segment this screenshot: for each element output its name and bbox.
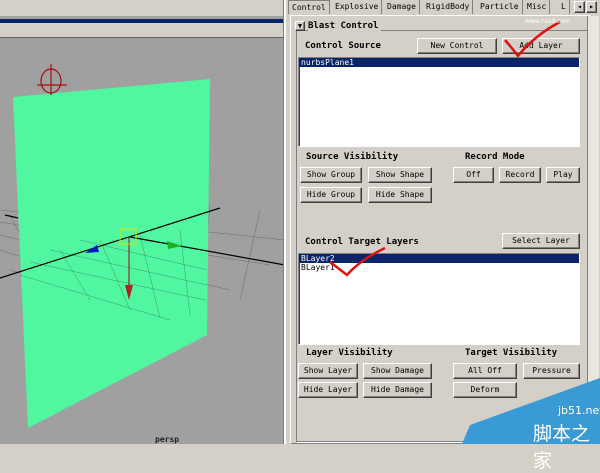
watermark-hxsd: www.hxsd.com xyxy=(525,18,571,25)
watermark-site: jb51.net xyxy=(558,404,600,417)
red-checkmark-icon xyxy=(329,246,386,277)
red-checkmark-icon xyxy=(504,20,561,59)
annotation-overlay xyxy=(329,20,600,444)
watermark-name: 脚本之家 xyxy=(533,423,591,472)
